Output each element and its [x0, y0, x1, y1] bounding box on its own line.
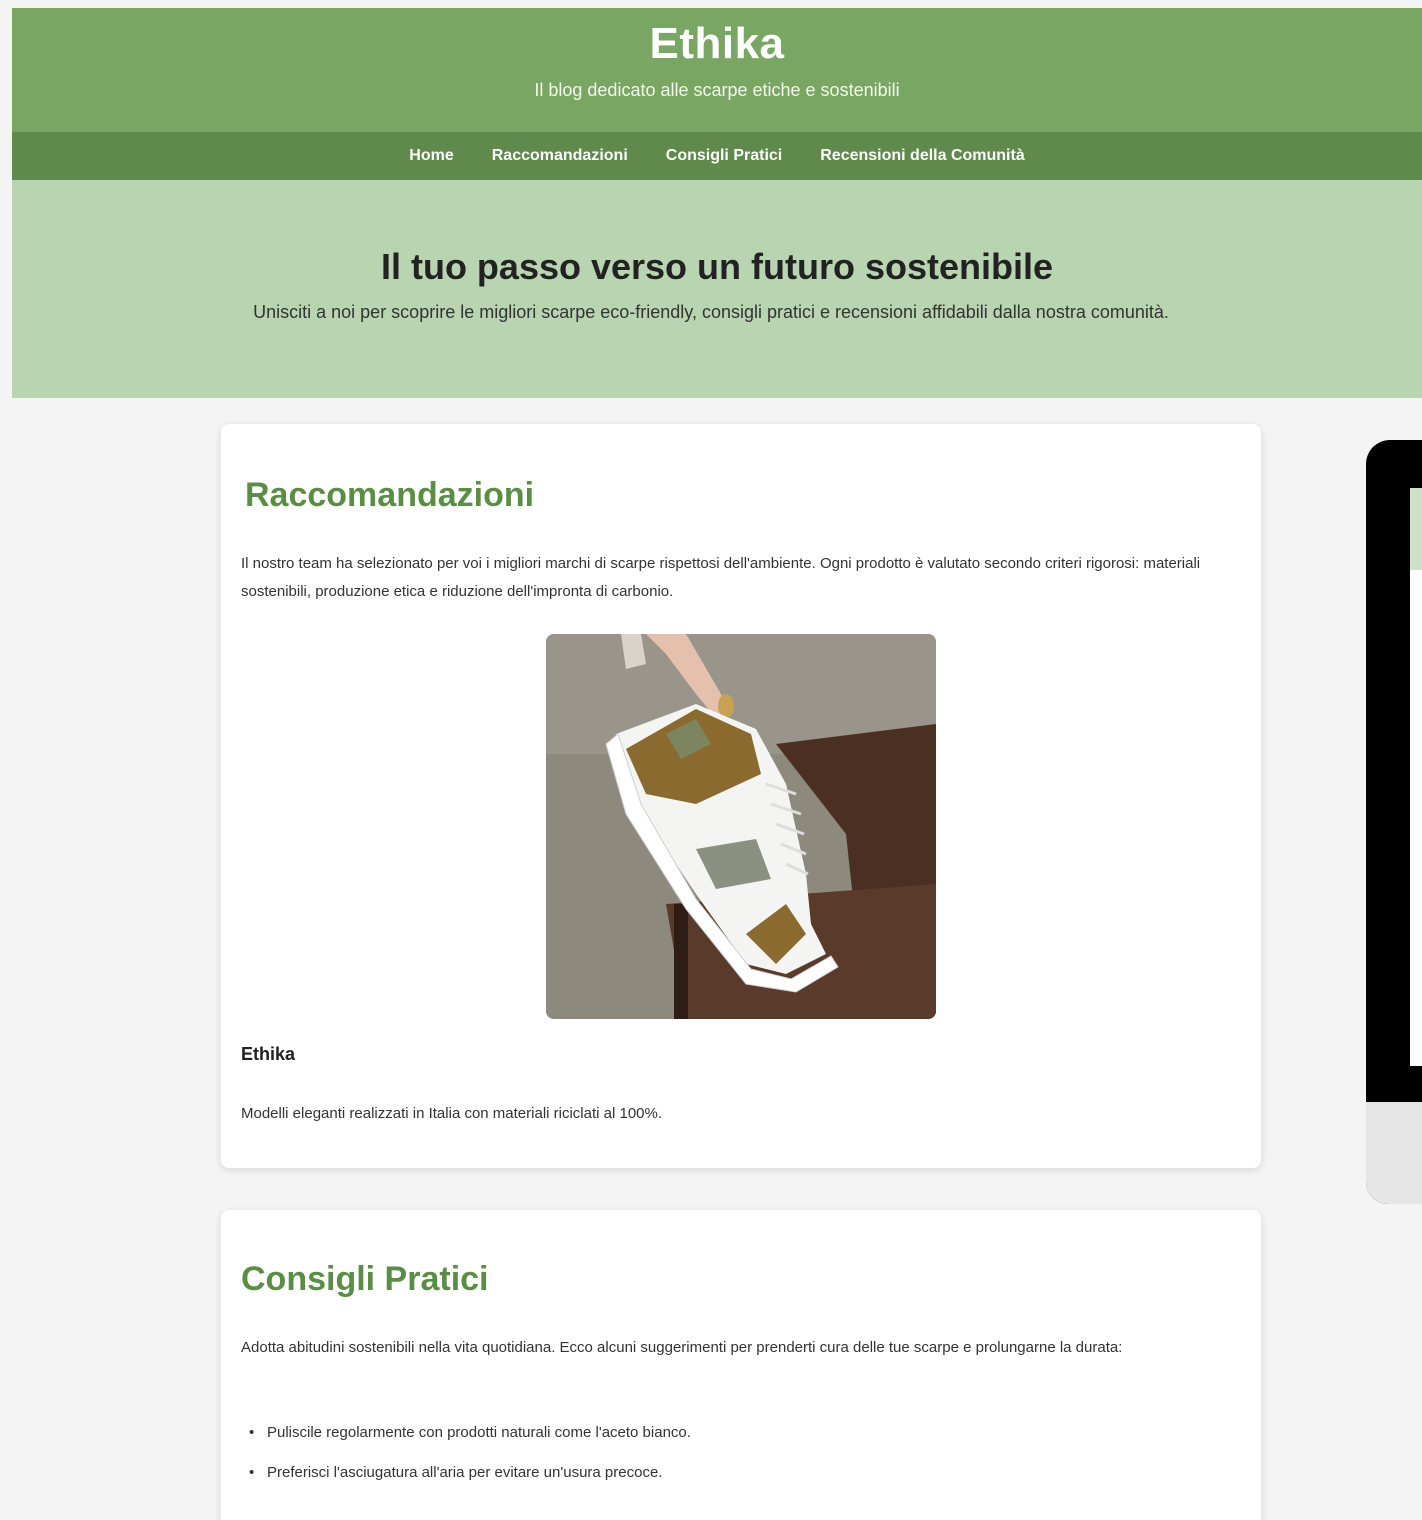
- device-screen-header: [1410, 488, 1422, 570]
- sneaker-photo: [546, 634, 936, 1019]
- recommendations-card: Raccomandazioni Il nostro team ha selezi…: [221, 424, 1261, 1168]
- nav-link-raccomandazioni[interactable]: Raccomandazioni: [473, 132, 647, 180]
- nav-link-recensioni[interactable]: Recensioni della Comunità: [801, 132, 1043, 180]
- device-chin: [1366, 1102, 1422, 1204]
- tips-intro: Adotta abitudini sostenibili nella vita …: [241, 1339, 1123, 1356]
- list-item: Preferisci l'asciugatura all'aria per ev…: [249, 1458, 691, 1498]
- site-title[interactable]: Ethika: [12, 8, 1422, 68]
- hero-title: Il tuo passo verso un futuro sostenibile: [380, 246, 1054, 287]
- nav-link-home[interactable]: Home: [390, 132, 472, 180]
- product-name: Ethika: [241, 1044, 296, 1064]
- device-frame: [1366, 440, 1422, 1204]
- tips-card: Consigli Pratici Adotta abitudini sosten…: [221, 1210, 1261, 1520]
- hero-subtitle: Unisciti a noi per scoprire le migliori …: [253, 302, 1169, 322]
- recommendations-title: Raccomandazioni: [245, 476, 535, 514]
- product-description: Modelli eleganti realizzati in Italia co…: [241, 1105, 663, 1122]
- site-tagline: Il blog dedicato alle scarpe etiche e so…: [534, 80, 900, 101]
- nav-link-consigli-pratici[interactable]: Consigli Pratici: [647, 132, 801, 180]
- tips-title: Consigli Pratici: [241, 1260, 489, 1298]
- hero-banner: Il tuo passo verso un futuro sostenibile…: [12, 180, 1422, 398]
- page: Ethika Il blog dedicato alle scarpe etic…: [0, 0, 1422, 1520]
- list-item: Puliscile regolarmente con prodotti natu…: [249, 1418, 691, 1458]
- product-image: [546, 634, 936, 1019]
- device-screen: [1410, 488, 1422, 1066]
- site-header: Ethika Il blog dedicato alle scarpe etic…: [12, 8, 1422, 132]
- tips-list: Puliscile regolarmente con prodotti natu…: [249, 1418, 691, 1498]
- main-nav: Home Raccomandazioni Consigli Pratici Re…: [12, 132, 1422, 180]
- recommendations-intro: Il nostro team ha selezionato per voi i …: [241, 555, 1201, 600]
